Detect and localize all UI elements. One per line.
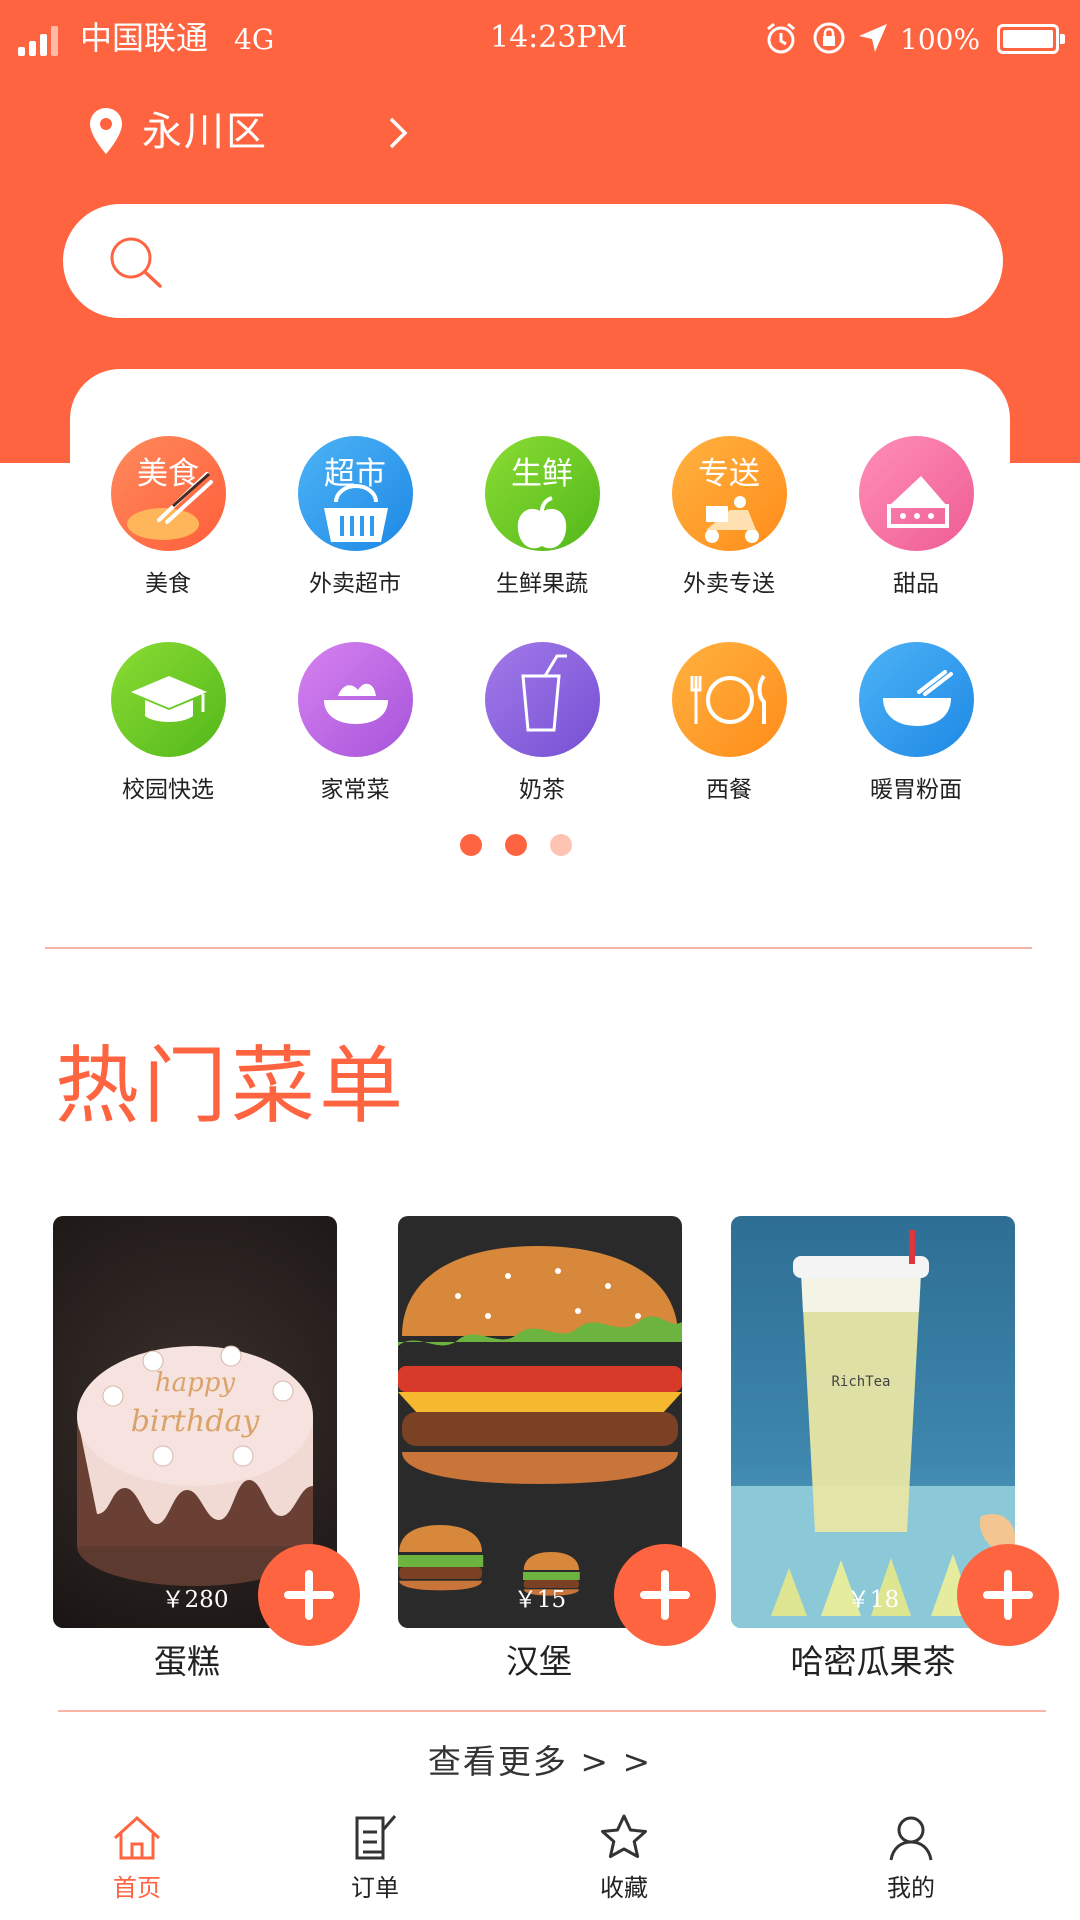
- svg-text:birthday: birthday: [131, 1404, 261, 1439]
- home-icon: [113, 1815, 161, 1860]
- search-bar[interactable]: [63, 204, 1003, 318]
- category-milk-tea[interactable]: 奶茶: [452, 642, 632, 812]
- category-label: 甜品: [893, 571, 939, 597]
- bowl-dish-icon: [297, 642, 413, 757]
- tab-home[interactable]: 首页: [57, 1812, 217, 1920]
- category-dessert[interactable]: 甜品: [826, 436, 1006, 606]
- page-dot[interactable]: [550, 834, 572, 856]
- star-icon: [601, 1814, 647, 1858]
- add-to-cart-button[interactable]: [258, 1544, 360, 1646]
- search-icon: [110, 237, 162, 288]
- view-more-link[interactable]: 查看更多 > >: [300, 1738, 780, 1786]
- search-input[interactable]: [173, 228, 953, 294]
- category-fresh[interactable]: 生鲜 生鲜果蔬: [452, 436, 632, 606]
- rotation-lock-icon: [813, 22, 845, 54]
- category-label: 西餐: [706, 777, 752, 803]
- tab-profile[interactable]: 我的: [831, 1812, 991, 1920]
- location-arrow-icon: [859, 24, 887, 52]
- category-food[interactable]: 美食 美食: [78, 436, 258, 606]
- status-time: 14:23PM: [490, 20, 628, 55]
- divider: [58, 1710, 1046, 1712]
- product-name: 汉堡: [506, 1642, 572, 1681]
- tab-label: 我的: [887, 1874, 935, 1902]
- tab-label: 收藏: [600, 1874, 648, 1902]
- noodle-bowl-icon: [858, 642, 974, 757]
- category-label: 家常菜: [320, 777, 390, 803]
- apple-icon: 生鲜: [484, 436, 600, 551]
- scooter-icon: 专送: [671, 436, 787, 551]
- user-icon: [889, 1816, 933, 1861]
- battery-icon: [997, 24, 1065, 54]
- add-to-cart-button[interactable]: [614, 1544, 716, 1646]
- product-name: 哈密瓜果茶: [790, 1642, 956, 1681]
- status-bar: 中国联通 4G 14:23PM 100%: [0, 0, 1080, 78]
- svg-text:happy: happy: [155, 1368, 236, 1398]
- location-selector[interactable]: 永川区: [88, 104, 428, 160]
- tab-orders[interactable]: 订单: [295, 1812, 455, 1920]
- graduation-cap-icon: [110, 642, 226, 757]
- chopsticks-icon: 美食: [110, 436, 226, 551]
- order-icon: [355, 1815, 397, 1860]
- location-city: 永川区: [142, 109, 268, 155]
- divider: [45, 947, 1032, 949]
- category-delivery[interactable]: 专送 外卖专送: [639, 436, 819, 606]
- page-dot[interactable]: [505, 834, 527, 856]
- tab-label: 订单: [351, 1874, 399, 1902]
- alarm-icon: [767, 22, 795, 54]
- tab-label: 首页: [113, 1874, 161, 1902]
- location-pin-icon: [90, 108, 122, 154]
- section-title: 热门菜单: [55, 1037, 408, 1135]
- basket-icon: 超市: [297, 436, 413, 551]
- network-type: 4G: [234, 23, 275, 56]
- category-supermarket[interactable]: 超市 外卖超市: [265, 436, 445, 606]
- category-label: 外卖超市: [309, 571, 401, 597]
- battery-percent: 100%: [900, 23, 981, 56]
- category-label: 校园快选: [122, 777, 214, 803]
- plate-cutlery-icon: [671, 642, 787, 757]
- category-western[interactable]: 西餐: [639, 642, 819, 812]
- carrier-name: 中国联通: [80, 19, 209, 57]
- category-campus[interactable]: 校园快选: [78, 642, 258, 812]
- product-name: 蛋糕: [154, 1642, 220, 1681]
- pagination-dots: [460, 834, 580, 856]
- category-label: 奶茶: [519, 777, 565, 803]
- category-home-cooking[interactable]: 家常菜: [265, 642, 445, 812]
- svg-text:RichTea: RichTea: [831, 1374, 890, 1390]
- signal-icon: [18, 26, 60, 56]
- category-label: 美食: [145, 571, 191, 597]
- category-label: 外卖专送: [683, 571, 775, 597]
- add-to-cart-button[interactable]: [957, 1544, 1059, 1646]
- chevron-right-icon: [389, 117, 408, 149]
- tab-favorites[interactable]: 收藏: [544, 1812, 704, 1920]
- cake-icon: [858, 436, 974, 551]
- category-noodles[interactable]: 暖胃粉面: [826, 642, 1006, 812]
- category-label: 暖胃粉面: [870, 777, 962, 803]
- cup-icon: [484, 642, 600, 757]
- category-label: 生鲜果蔬: [496, 571, 588, 597]
- page-dot[interactable]: [460, 834, 482, 856]
